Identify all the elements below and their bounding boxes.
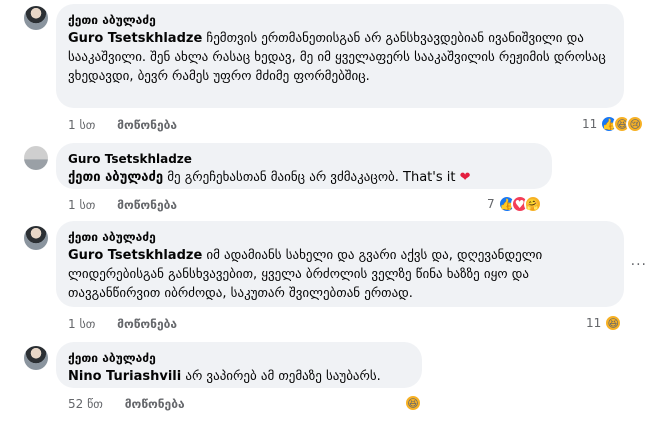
comment-actions: 1 სთ მოწონება bbox=[68, 197, 177, 213]
comment-author[interactable]: Guro Tsetskhladze bbox=[68, 151, 540, 167]
comment-time[interactable]: 1 სთ bbox=[68, 118, 95, 132]
haha-reaction-icon: 😆 bbox=[404, 394, 422, 412]
comment-author[interactable]: ქეთი აბულაძე bbox=[68, 350, 410, 366]
comment-bubble: ქეთი აბულაძე Nino Turiashvili არ ვაპირებ… bbox=[56, 342, 422, 388]
comment-body: არ ვაპირებ ამ თემაზე საუბარს. bbox=[181, 369, 381, 384]
avatar[interactable] bbox=[24, 146, 48, 170]
comment-time[interactable]: 1 სთ bbox=[68, 198, 95, 212]
comment-time[interactable]: 1 სთ bbox=[68, 317, 95, 331]
mention-link[interactable]: Nino Turiashvili bbox=[68, 369, 181, 384]
comment-text: ქეთი აბულაძე მე გრეჩეხასთან მაინც არ ვძმ… bbox=[68, 168, 540, 187]
avatar[interactable] bbox=[24, 346, 48, 370]
comment-text: Nino Turiashvili არ ვაპირებ ამ თემაზე სა… bbox=[68, 367, 410, 386]
heart-emoji-icon: ❤ bbox=[459, 170, 471, 185]
sad-reaction-icon: 😢 bbox=[626, 115, 645, 133]
more-options-icon[interactable]: ··· bbox=[631, 257, 647, 273]
reaction-summary[interactable]: 11 👍 😆 😢 bbox=[582, 114, 645, 134]
reaction-summary[interactable]: 😆 bbox=[404, 393, 422, 413]
reaction-count: 11 bbox=[586, 316, 602, 330]
comment-actions: 1 სთ მოწონება bbox=[68, 316, 177, 332]
comment-bubble: Guro Tsetskhladze ქეთი აბულაძე მე გრეჩეხ… bbox=[56, 143, 552, 189]
comment-bubble: ქეთი აბულაძე Guro Tsetskhladze ჩემთვის ე… bbox=[56, 4, 624, 108]
like-button[interactable]: მოწონება bbox=[125, 397, 185, 411]
like-button[interactable]: მოწონება bbox=[117, 118, 177, 132]
comment-text: Guro Tsetskhladze იმ ადამიანს სახელი და … bbox=[68, 246, 612, 303]
mention-link[interactable]: ქეთი აბულაძე bbox=[68, 170, 163, 185]
comment-author[interactable]: ქეთი აბულაძე bbox=[68, 12, 612, 28]
haha-reaction-icon: 😆 bbox=[604, 314, 623, 332]
avatar[interactable] bbox=[24, 6, 48, 30]
reaction-summary[interactable]: 7 👍 ♥ 🤗 bbox=[487, 194, 542, 214]
comment-actions: 1 სთ მოწონება bbox=[68, 117, 177, 133]
comment-body: მე გრეჩეხასთან მაინც არ ვძმაკაცობ. That'… bbox=[163, 170, 456, 185]
like-button[interactable]: მოწონება bbox=[117, 198, 177, 212]
mention-link[interactable]: Guro Tsetskhladze bbox=[68, 248, 202, 263]
reaction-count: 7 bbox=[487, 197, 495, 211]
avatar[interactable] bbox=[24, 226, 48, 250]
mention-link[interactable]: Guro Tsetskhladze bbox=[68, 31, 202, 46]
comment-time[interactable]: 52 წთ bbox=[68, 397, 103, 411]
reaction-count: 11 bbox=[582, 117, 598, 131]
comment-actions: 52 წთ მოწონება bbox=[68, 396, 185, 412]
reaction-summary[interactable]: 11 😆 bbox=[586, 313, 623, 333]
comment-text: Guro Tsetskhladze ჩემთვის ერთმანეთისგან … bbox=[68, 29, 612, 86]
care-reaction-icon: 🤗 bbox=[523, 195, 542, 213]
comment-author[interactable]: ქეთი აბულაძე bbox=[68, 229, 612, 245]
comment-bubble: ქეთი აბულაძე Guro Tsetskhladze იმ ადამია… bbox=[56, 221, 624, 307]
like-button[interactable]: მოწონება bbox=[117, 317, 177, 331]
